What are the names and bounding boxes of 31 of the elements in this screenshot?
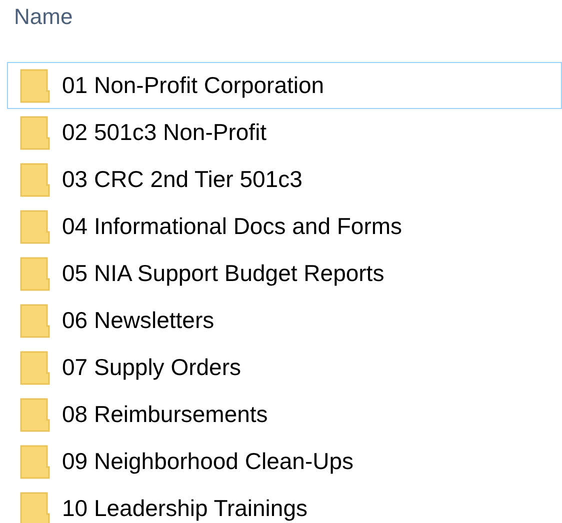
- folder-name: 09 Neighborhood Clean-Ups: [62, 448, 354, 475]
- column-header[interactable]: Name: [14, 4, 73, 30]
- folder-name: 08 Reimbursements: [62, 401, 268, 428]
- folder-name: 04 Informational Docs and Forms: [62, 213, 402, 240]
- folder-row[interactable]: 03 CRC 2nd Tier 501c3: [7, 156, 562, 203]
- folder-icon: [20, 304, 50, 338]
- folder-name: 07 Supply Orders: [62, 354, 241, 381]
- folder-icon: [20, 256, 50, 290]
- folder-name: 02 501c3 Non-Profit: [62, 119, 267, 146]
- folder-row[interactable]: 05 NIA Support Budget Reports: [7, 250, 562, 297]
- folder-name: 05 NIA Support Budget Reports: [62, 260, 384, 287]
- folder-icon: [20, 398, 50, 432]
- folder-name: 10 Leadership Trainings: [62, 495, 308, 522]
- folder-row[interactable]: 02 501c3 Non-Profit: [7, 109, 562, 156]
- folder-row[interactable]: 06 Newsletters: [7, 297, 562, 344]
- folder-row[interactable]: 04 Informational Docs and Forms: [7, 203, 562, 250]
- folder-icon: [20, 492, 50, 523]
- folder-row[interactable]: 08 Reimbursements: [7, 391, 562, 438]
- folder-icon: [20, 210, 50, 244]
- folder-row[interactable]: 09 Neighborhood Clean-Ups: [7, 438, 562, 485]
- folder-icon: [20, 116, 50, 150]
- folder-icon: [20, 350, 50, 384]
- folder-row[interactable]: 01 Non-Profit Corporation: [7, 62, 562, 109]
- folder-row[interactable]: 10 Leadership Trainings: [7, 485, 562, 523]
- folder-icon: [20, 68, 50, 102]
- folder-icon: [20, 444, 50, 478]
- folder-name: 06 Newsletters: [62, 307, 214, 334]
- folder-name: 01 Non-Profit Corporation: [62, 72, 324, 99]
- folder-name: 03 CRC 2nd Tier 501c3: [62, 166, 302, 193]
- folder-icon: [20, 162, 50, 196]
- folder-row[interactable]: 07 Supply Orders: [7, 344, 562, 391]
